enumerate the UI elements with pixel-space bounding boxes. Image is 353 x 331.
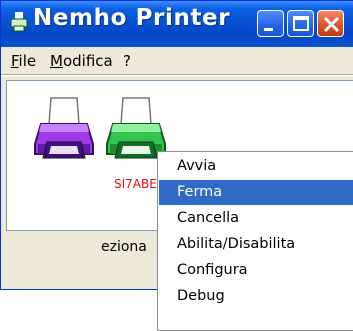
status-text: eziona — [101, 239, 147, 255]
menu-separator — [1, 74, 353, 76]
minimize-button[interactable] — [257, 10, 284, 37]
menu-item-cancella[interactable]: Cancella — [159, 206, 353, 231]
close-button[interactable] — [317, 10, 344, 37]
maximize-button[interactable] — [287, 10, 314, 37]
menu-file[interactable]: File — [11, 52, 36, 70]
menu-bar: File Modifica ? — [1, 49, 353, 73]
printer-icon[interactable] — [33, 94, 95, 166]
menu-item-debug[interactable]: Debug — [159, 284, 353, 309]
title-bar[interactable]: Nemho Printer — [1, 1, 353, 47]
context-menu: Avvia Ferma Cancella Abilita/Disabilita … — [157, 151, 353, 331]
maximize-icon — [293, 16, 309, 31]
menu-help[interactable]: ? — [123, 52, 131, 70]
printer-icon — [10, 12, 28, 32]
menu-modifica[interactable]: Modifica — [50, 52, 113, 70]
menu-item-ferma[interactable]: Ferma — [159, 180, 353, 205]
menu-item-configura[interactable]: Configura — [159, 258, 353, 283]
minimize-icon — [264, 28, 273, 31]
menu-item-avvia[interactable]: Avvia — [159, 154, 353, 179]
window-title: Nemho Printer — [33, 5, 231, 31]
printer-label: SI7ABE — [114, 177, 157, 191]
close-icon — [323, 16, 340, 33]
menu-item-abilita-disabilita[interactable]: Abilita/Disabilita — [159, 232, 353, 257]
